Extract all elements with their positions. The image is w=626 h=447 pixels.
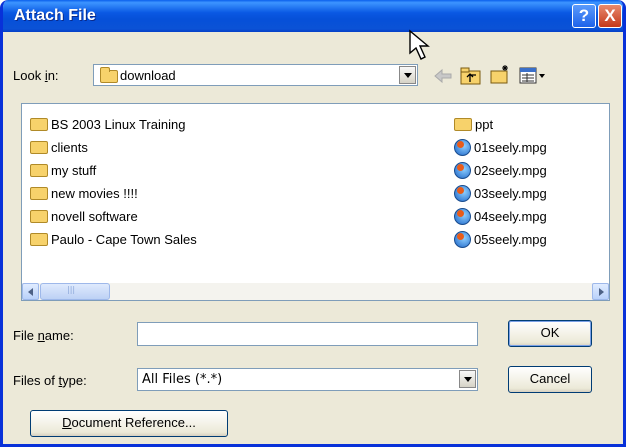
scrollbar-thumb[interactable] xyxy=(40,283,110,300)
folder-icon xyxy=(30,209,48,223)
file-list-item-label: 04seely.mpg xyxy=(474,208,547,224)
file-list[interactable]: BS 2003 Linux Training clients my stuff new… xyxy=(21,103,610,301)
video-file-icon xyxy=(454,138,471,156)
folder-icon xyxy=(100,67,118,83)
file-name-label: File name: xyxy=(13,328,74,343)
file-list-item[interactable]: 03seely.mpg xyxy=(454,183,547,203)
file-list-item-label: my stuff xyxy=(51,162,97,178)
file-list-item[interactable]: 02seely.mpg xyxy=(454,160,547,180)
scroll-left-icon[interactable] xyxy=(22,283,39,300)
file-list-item[interactable]: novell software xyxy=(30,206,138,226)
files-of-type-dropdown[interactable]: All Files (*.*) xyxy=(137,368,478,391)
close-button[interactable]: X xyxy=(598,4,622,28)
help-button[interactable]: ? xyxy=(572,4,596,28)
chevron-down-icon[interactable] xyxy=(399,66,416,84)
view-menu-icon[interactable] xyxy=(519,67,549,85)
look-in-dropdown[interactable]: download xyxy=(93,64,418,86)
file-list-item-label: new movies !!!! xyxy=(51,185,138,201)
video-file-icon xyxy=(454,184,471,202)
chevron-down-icon[interactable] xyxy=(459,370,476,388)
back-arrow-icon[interactable] xyxy=(433,68,453,84)
file-list-item-label: novell software xyxy=(51,208,138,224)
horizontal-scrollbar[interactable] xyxy=(22,283,609,300)
dialog-title: Attach File xyxy=(14,7,96,24)
folder-icon xyxy=(454,117,472,131)
file-list-item[interactable]: new movies !!!! xyxy=(30,183,138,203)
document-reference-button[interactable]: Document Reference... xyxy=(30,410,228,437)
folder-icon xyxy=(30,163,48,177)
look-in-label: Look in: xyxy=(13,68,59,83)
file-list-item-label: BS 2003 Linux Training xyxy=(51,116,186,132)
file-list-item[interactable]: BS 2003 Linux Training xyxy=(30,114,185,134)
file-list-item-label: Paulo - Cape Town Sales xyxy=(51,231,197,247)
file-list-item[interactable]: 05seely.mpg xyxy=(454,229,547,249)
video-file-icon xyxy=(454,207,471,225)
attach-file-dialog: Attach File ? X Look in: download BS 200… xyxy=(0,0,626,447)
folder-icon xyxy=(30,140,48,154)
look-in-value: download xyxy=(120,68,176,83)
file-name-input[interactable] xyxy=(137,322,478,346)
file-list-item[interactable]: Paulo - Cape Town Sales xyxy=(30,229,197,249)
up-folder-icon[interactable] xyxy=(460,66,482,85)
title-bar[interactable]: Attach File ? X xyxy=(3,0,623,32)
mouse-cursor-icon xyxy=(409,29,430,60)
file-list-item-label: 03seely.mpg xyxy=(474,185,547,201)
folder-icon xyxy=(30,186,48,200)
file-list-item[interactable]: ppt xyxy=(454,114,493,134)
files-of-type-value: All Files (*.*) xyxy=(142,372,223,387)
video-file-icon xyxy=(454,230,471,248)
file-list-item-label: 01seely.mpg xyxy=(474,139,547,155)
ok-button[interactable]: OK xyxy=(508,320,592,347)
new-folder-icon[interactable] xyxy=(490,63,512,85)
files-of-type-label: Files of type: xyxy=(13,373,87,388)
file-list-item-label: clients xyxy=(51,139,88,155)
video-file-icon xyxy=(454,161,471,179)
cancel-button[interactable]: Cancel xyxy=(508,366,592,393)
file-list-item-label: 05seely.mpg xyxy=(474,231,547,247)
file-list-item[interactable]: 01seely.mpg xyxy=(454,137,547,157)
scroll-right-icon[interactable] xyxy=(592,283,609,300)
file-list-item[interactable]: clients xyxy=(30,137,88,157)
file-list-item[interactable]: 04seely.mpg xyxy=(454,206,547,226)
file-list-item-label: ppt xyxy=(475,116,494,132)
file-list-item[interactable]: my stuff xyxy=(30,160,96,180)
folder-icon xyxy=(30,117,48,131)
file-list-item-label: 02seely.mpg xyxy=(474,162,547,178)
folder-icon xyxy=(30,232,48,246)
